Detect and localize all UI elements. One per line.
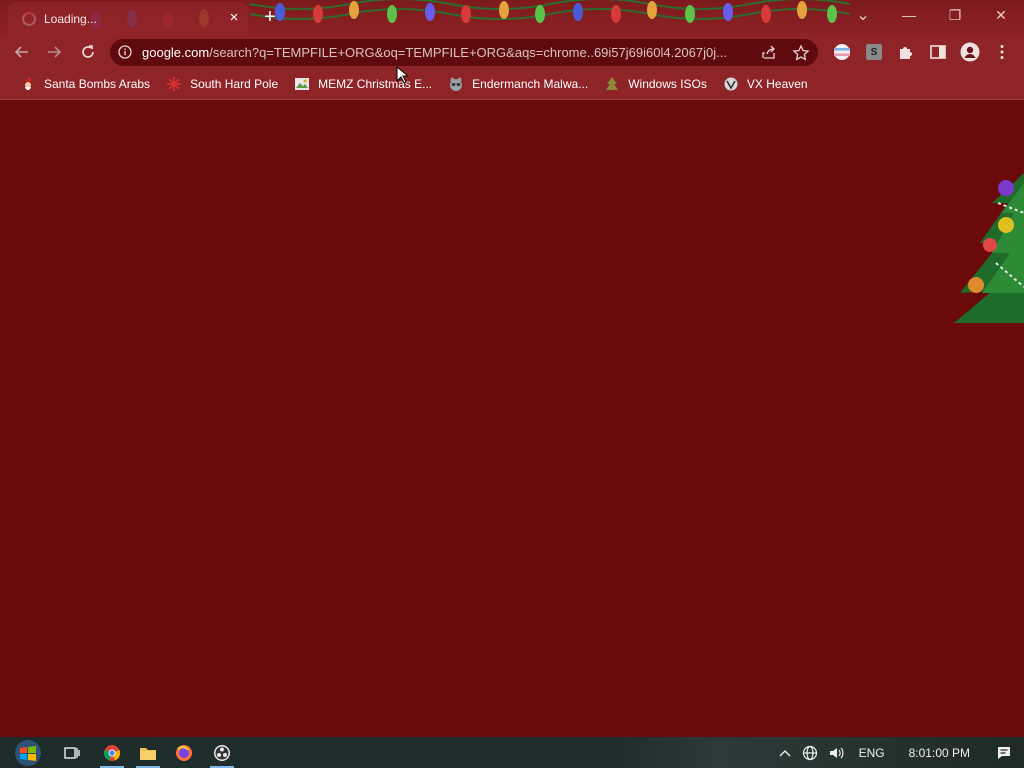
active-tab[interactable]: Loading... × (8, 2, 248, 36)
speaker-icon (829, 747, 844, 758)
tree-icon (604, 76, 620, 92)
stop-loading-icon (82, 45, 94, 58)
santa-icon (20, 76, 36, 92)
extension-s-label: S (870, 46, 878, 58)
obs-icon (214, 744, 230, 761)
christmas-tree-decoration (954, 173, 1024, 323)
address-bar[interactable]: google.com/search?q=TEMPFILE+ORG&oq=TEMP… (110, 39, 818, 66)
taskbar-obs[interactable] (204, 737, 240, 768)
forward-button[interactable] (42, 40, 66, 64)
snowflake-icon (166, 76, 182, 92)
firefox-icon (176, 744, 192, 761)
vx-icon (723, 76, 739, 92)
taskbar-firefox[interactable] (166, 737, 202, 768)
bookmark-label: VX Heaven (746, 76, 808, 91)
loading-spinner-icon (22, 12, 36, 26)
tab-search-button[interactable]: ⌄ (840, 0, 886, 30)
raccoon-icon (448, 76, 464, 92)
notification-icon (998, 746, 1010, 759)
site-info-icon[interactable] (118, 45, 132, 59)
network-button[interactable] (797, 737, 823, 768)
side-panel-button[interactable] (928, 42, 948, 62)
new-tab-button[interactable]: + (258, 6, 282, 30)
bookmark-south-hard-pole[interactable]: South Hard Pole (158, 71, 286, 97)
bookmark-label: South Hard Pole (190, 76, 279, 91)
url-path: /search?q=TEMPFILE+ORG&oq=TEMPFILE+ORG&a… (209, 45, 727, 60)
windows-taskbar: ENG 8:01:00 PM (0, 737, 1024, 768)
minimize-button[interactable]: — (886, 0, 932, 30)
share-icon[interactable] (760, 44, 778, 62)
bookmark-endermanch-malware[interactable]: Endermanch Malwa... (440, 71, 596, 97)
bookmark-label: Santa Bombs Arabs (44, 76, 151, 91)
image-icon (294, 76, 310, 92)
profile-button[interactable] (960, 42, 980, 62)
volume-button[interactable] (823, 737, 849, 768)
bookmark-label: Windows ISOs (628, 76, 707, 91)
chevron-up-icon (779, 749, 791, 756)
stop-loading-button[interactable] (76, 40, 100, 64)
window-controls: ⌄ — ❐ ✕ (840, 0, 1024, 30)
page-content (0, 101, 1024, 737)
start-button[interactable] (8, 737, 48, 768)
language-indicator[interactable]: ENG (849, 737, 895, 768)
back-button[interactable] (10, 40, 34, 64)
bookmark-memz-christmas[interactable]: MEMZ Christmas E... (286, 71, 440, 97)
bookmark-label: Endermanch Malwa... (472, 76, 589, 91)
globe-icon (802, 745, 817, 760)
clock[interactable]: 8:01:00 PM (895, 737, 984, 768)
bookmark-label: MEMZ Christmas E... (318, 76, 433, 91)
task-view-button[interactable] (54, 737, 90, 768)
taskbar-chrome[interactable] (94, 737, 130, 768)
bookmark-santa-bombs-arabs[interactable]: Santa Bombs Arabs (12, 71, 158, 97)
taskbar-file-explorer[interactable] (130, 737, 166, 768)
file-explorer-icon (140, 747, 156, 760)
chrome-icon (103, 744, 121, 761)
extensions-puzzle-icon (900, 47, 912, 59)
bookmark-vx-heaven[interactable]: VX Heaven (715, 71, 816, 97)
bookmark-star-icon[interactable] (792, 44, 810, 62)
extension-s-button[interactable]: S (864, 42, 884, 62)
extension-flag-button[interactable] (832, 42, 852, 62)
bookmarks-bar: Santa Bombs Arabs South Hard Pole MEMZ C… (0, 68, 1024, 100)
close-window-button[interactable]: ✕ (978, 0, 1024, 30)
profile-icon (960, 42, 980, 62)
system-tray: ENG 8:01:00 PM (773, 737, 1024, 768)
restore-button[interactable]: ❐ (932, 0, 978, 30)
menu-icon (1000, 45, 1004, 59)
windows-start-icon (15, 739, 41, 766)
task-view-icon (64, 746, 80, 759)
title-bar: Loading... × + ⌄ — ❐ ✕ (0, 0, 1024, 36)
back-icon (14, 46, 28, 58)
address-url[interactable]: google.com/search?q=TEMPFILE+ORG&oq=TEMP… (142, 45, 752, 60)
show-hidden-icons-button[interactable] (773, 737, 797, 768)
tab-close-button[interactable]: × (226, 10, 242, 26)
forward-icon (48, 46, 62, 58)
bookmark-windows-isos[interactable]: Windows ISOs (596, 71, 715, 97)
url-host: google.com (142, 45, 210, 60)
extension-flag-icon (834, 44, 850, 60)
browser-toolbar: google.com/search?q=TEMPFILE+ORG&oq=TEMP… (0, 36, 1024, 68)
action-center-button[interactable] (984, 737, 1024, 768)
mouse-cursor-icon (396, 66, 408, 84)
side-panel-icon (930, 45, 946, 59)
chrome-menu-button[interactable] (992, 42, 1012, 62)
extensions-button[interactable] (896, 42, 916, 62)
tab-title: Loading... (44, 12, 97, 26)
